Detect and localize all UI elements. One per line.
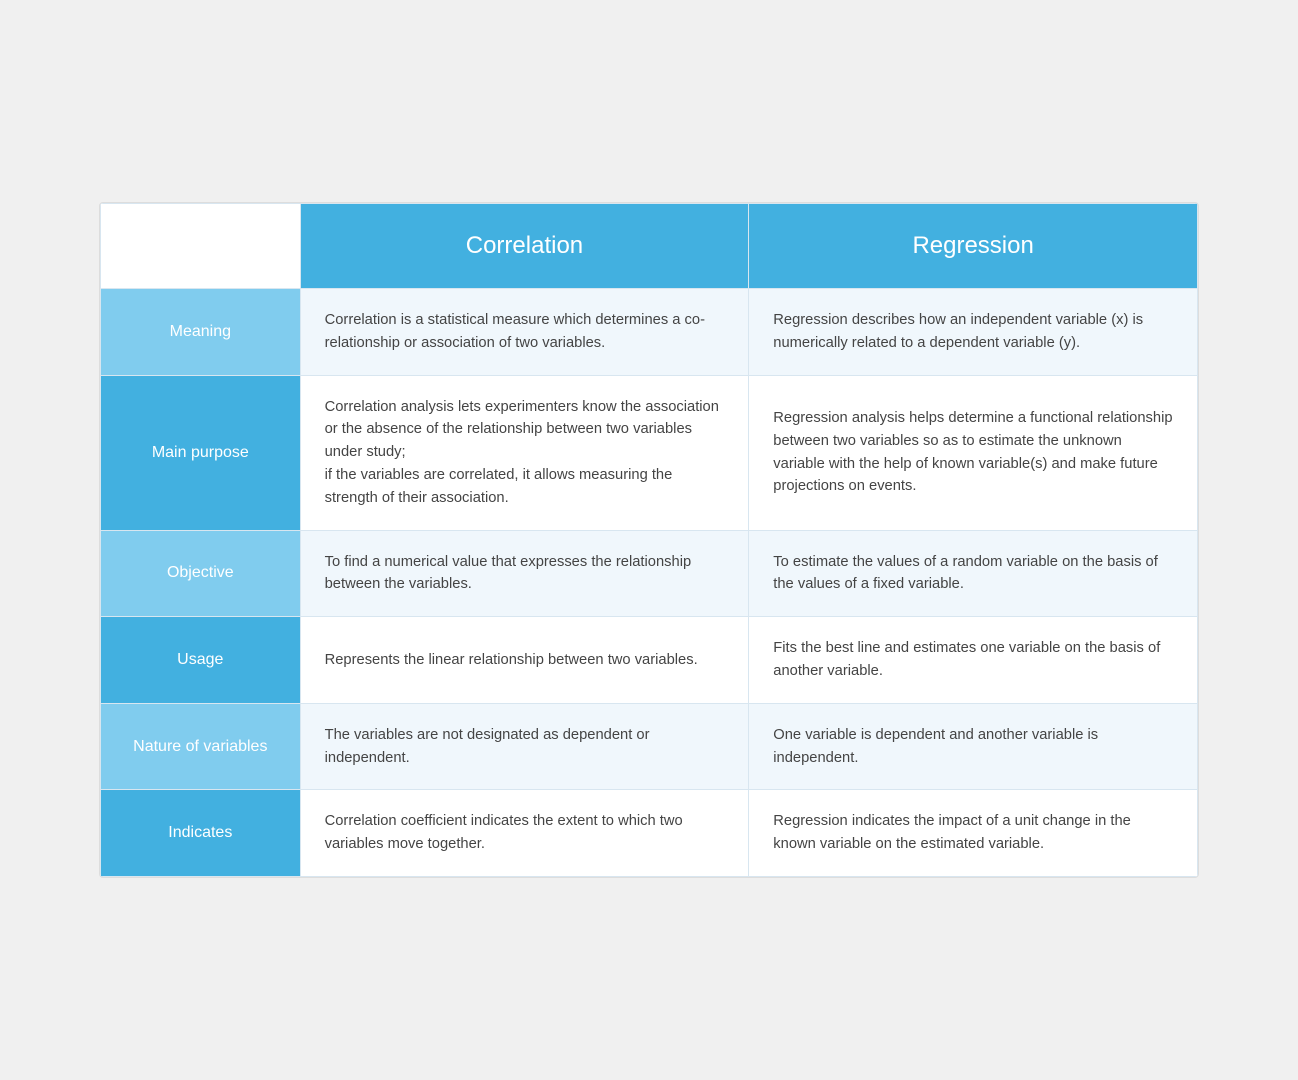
row-label-nature: Nature of variables: [101, 703, 301, 790]
row-col1-objective: To find a numerical value that expresses…: [300, 530, 749, 617]
row-col2-meaning: Regression describes how an independent …: [749, 288, 1198, 375]
row-col1-usage: Represents the linear relationship betwe…: [300, 617, 749, 704]
row-col2-main-purpose: Regression analysis helps determine a fu…: [749, 375, 1198, 530]
table-row-nature: Nature of variablesThe variables are not…: [101, 703, 1198, 790]
row-col2-nature: One variable is dependent and another va…: [749, 703, 1198, 790]
row-label-main-purpose: Main purpose: [101, 375, 301, 530]
table-row-meaning: MeaningCorrelation is a statistical meas…: [101, 288, 1198, 375]
table-row-main-purpose: Main purposeCorrelation analysis lets ex…: [101, 375, 1198, 530]
header-regression: Regression: [749, 203, 1198, 288]
row-label-usage: Usage: [101, 617, 301, 704]
row-col2-objective: To estimate the values of a random varia…: [749, 530, 1198, 617]
row-col2-indicates: Regression indicates the impact of a uni…: [749, 790, 1198, 877]
comparison-table: Correlation Regression MeaningCorrelatio…: [99, 202, 1199, 878]
table: Correlation Regression MeaningCorrelatio…: [100, 203, 1198, 877]
header-empty-cell: [101, 203, 301, 288]
row-label-indicates: Indicates: [101, 790, 301, 877]
row-col1-meaning: Correlation is a statistical measure whi…: [300, 288, 749, 375]
row-label-meaning: Meaning: [101, 288, 301, 375]
table-body: MeaningCorrelation is a statistical meas…: [101, 288, 1198, 876]
header-row: Correlation Regression: [101, 203, 1198, 288]
table-row-usage: UsageRepresents the linear relationship …: [101, 617, 1198, 704]
row-col1-indicates: Correlation coefficient indicates the ex…: [300, 790, 749, 877]
table-row-objective: ObjectiveTo find a numerical value that …: [101, 530, 1198, 617]
row-col1-main-purpose: Correlation analysis lets experimenters …: [300, 375, 749, 530]
row-label-objective: Objective: [101, 530, 301, 617]
row-col1-nature: The variables are not designated as depe…: [300, 703, 749, 790]
header-correlation: Correlation: [300, 203, 749, 288]
table-row-indicates: IndicatesCorrelation coefficient indicat…: [101, 790, 1198, 877]
row-col2-usage: Fits the best line and estimates one var…: [749, 617, 1198, 704]
